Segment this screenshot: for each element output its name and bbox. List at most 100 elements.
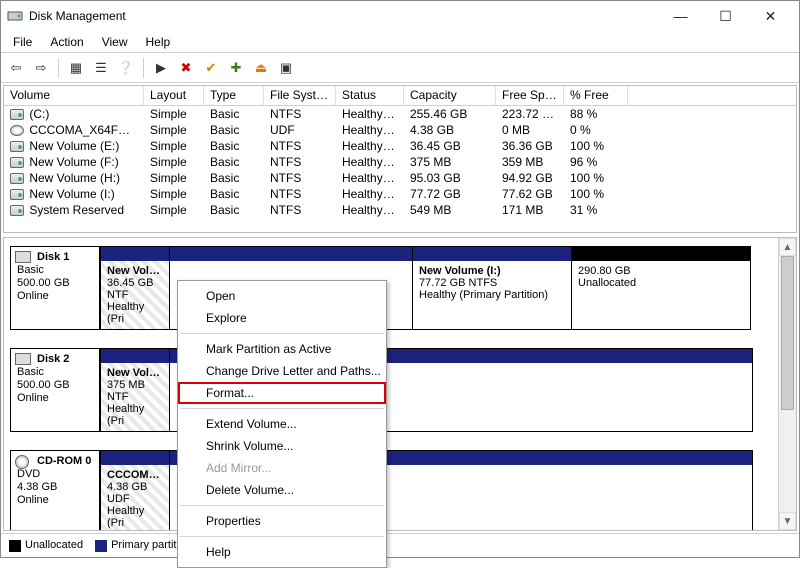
drive-icon — [10, 173, 24, 184]
volume-list[interactable]: Volume Layout Type File System Status Ca… — [3, 85, 797, 233]
scrollbar-vertical[interactable]: ▲ ▼ — [778, 238, 796, 530]
cell: 36.36 GB — [496, 138, 564, 154]
col-capacity[interactable]: Capacity — [404, 86, 496, 105]
cell: (C:) — [4, 106, 144, 122]
grid-icon[interactable]: ▣ — [275, 57, 297, 79]
volume-row[interactable]: (C:)SimpleBasicNTFSHealthy (B...255.46 G… — [4, 106, 796, 122]
menu-item-properties[interactable]: Properties — [178, 510, 386, 532]
minimize-button[interactable]: ― — [658, 1, 703, 31]
col-filesystem[interactable]: File System — [264, 86, 336, 105]
window-title: Disk Management — [29, 9, 658, 23]
drive-icon — [10, 189, 24, 200]
menu-item-open[interactable]: Open — [178, 285, 386, 307]
menu-item-explore[interactable]: Explore — [178, 307, 386, 329]
disk-state: Online — [17, 290, 93, 302]
drive-icon — [10, 109, 24, 120]
volume-row[interactable]: New Volume (H:)SimpleBasicNTFSHealthy (P… — [4, 170, 796, 186]
disk-label[interactable]: CD-ROM 0DVD4.38 GBOnline — [10, 450, 100, 530]
menu-help[interactable]: Help — [138, 33, 179, 51]
disk-row: Disk 1Basic500.00 GBOnlineNew Volume36.4… — [10, 246, 772, 330]
menu-separator — [180, 505, 384, 506]
cell: Simple — [144, 202, 204, 218]
cell: NTFS — [264, 186, 336, 202]
context-menu[interactable]: OpenExplore Mark Partition as ActiveChang… — [177, 280, 387, 568]
menu-item-change-drive-letter-and-paths[interactable]: Change Drive Letter and Paths... — [178, 360, 386, 382]
cell: 100 % — [564, 138, 628, 154]
partition-stripe — [170, 247, 412, 261]
col-pctfree[interactable]: % Free — [564, 86, 628, 105]
col-type[interactable]: Type — [204, 86, 264, 105]
col-layout[interactable]: Layout — [144, 86, 204, 105]
scroll-thumb[interactable] — [781, 256, 794, 410]
partition-stripe — [101, 349, 169, 363]
scroll-up-icon[interactable]: ▲ — [779, 238, 796, 256]
disk-name: CD-ROM 0 — [37, 455, 93, 467]
menu-item-shrink-volume[interactable]: Shrink Volume... — [178, 435, 386, 457]
help-icon[interactable]: ❔ — [115, 57, 137, 79]
menu-item-mark-partition-as-active[interactable]: Mark Partition as Active — [178, 338, 386, 360]
check-icon[interactable]: ✔ — [200, 57, 222, 79]
menu-view[interactable]: View — [94, 33, 136, 51]
volume-list-header[interactable]: Volume Layout Type File System Status Ca… — [4, 86, 796, 106]
disk-state: Online — [17, 392, 93, 404]
properties-icon[interactable]: ☰ — [90, 57, 112, 79]
cell: 77.62 GB — [496, 186, 564, 202]
cell: 359 MB — [496, 154, 564, 170]
disk-name: Disk 2 — [37, 353, 93, 365]
action-icon[interactable]: ▶ — [150, 57, 172, 79]
partition-stripe — [101, 451, 169, 465]
cell: 88 % — [564, 106, 628, 122]
refresh-icon[interactable]: ▦ — [65, 57, 87, 79]
close-button[interactable]: ✕ — [748, 1, 793, 31]
volume-row[interactable]: New Volume (F:)SimpleBasicNTFSHealthy (P… — [4, 154, 796, 170]
disk-label[interactable]: Disk 2Basic500.00 GBOnline — [10, 348, 100, 432]
cell: 77.72 GB — [404, 186, 496, 202]
new-icon[interactable]: ✚ — [225, 57, 247, 79]
scroll-down-icon[interactable]: ▼ — [779, 512, 796, 530]
cell: NTFS — [264, 202, 336, 218]
col-freespace[interactable]: Free Spa... — [496, 86, 564, 105]
partition[interactable]: CCCOMA_X4.38 GB UDFHealthy (Pri — [100, 450, 170, 530]
drive-icon — [10, 205, 24, 216]
partition-stripe — [413, 247, 571, 261]
col-volume[interactable]: Volume — [4, 86, 144, 105]
volume-row[interactable]: New Volume (E:)SimpleBasicNTFSHealthy (P… — [4, 138, 796, 154]
partition[interactable]: New Volume (I:)77.72 GB NTFSHealthy (Pri… — [412, 246, 572, 330]
disk-kind: Basic — [17, 264, 93, 276]
menu-item-delete-volume[interactable]: Delete Volume... — [178, 479, 386, 501]
unallocated-region[interactable]: 290.80 GBUnallocated — [571, 246, 751, 330]
back-icon[interactable]: ⇦ — [5, 57, 27, 79]
app-icon — [7, 8, 23, 24]
titlebar[interactable]: Disk Management ― ☐ ✕ — [1, 1, 799, 31]
menu-item-help[interactable]: Help — [178, 541, 386, 563]
partition-status: Healthy (Primary Partition) — [419, 289, 565, 301]
menu-item-format[interactable]: Format... — [178, 382, 386, 404]
menu-item-extend-volume[interactable]: Extend Volume... — [178, 413, 386, 435]
maximize-button[interactable]: ☐ — [703, 1, 748, 31]
volume-row[interactable]: System ReservedSimpleBasicNTFSHealthy (S… — [4, 202, 796, 218]
partition[interactable]: New Volume375 MB NTFHealthy (Pri — [100, 348, 170, 432]
col-status[interactable]: Status — [336, 86, 404, 105]
scroll-track[interactable] — [779, 256, 796, 512]
graphical-view[interactable]: Disk 1Basic500.00 GBOnlineNew Volume36.4… — [4, 238, 778, 530]
cell: 223.72 GB — [496, 106, 564, 122]
partition[interactable]: New Volume36.45 GB NTFHealthy (Pri — [100, 246, 170, 330]
cell: New Volume (H:) — [4, 170, 144, 186]
legend-swatch-unallocated — [9, 540, 21, 552]
menu-action[interactable]: Action — [42, 33, 91, 51]
partition-size: 77.72 GB NTFS — [419, 277, 565, 289]
menu-file[interactable]: File — [5, 33, 40, 51]
menu-separator — [180, 408, 384, 409]
cell: New Volume (F:) — [4, 154, 144, 170]
cell: CCCOMA_X64FRE... — [4, 122, 144, 138]
disk-kind: Basic — [17, 366, 93, 378]
disk-label[interactable]: Disk 1Basic500.00 GBOnline — [10, 246, 100, 330]
volume-row[interactable]: New Volume (I:)SimpleBasicNTFSHealthy (P… — [4, 186, 796, 202]
cell: Basic — [204, 122, 264, 138]
disc-icon — [10, 125, 24, 136]
cell: 549 MB — [404, 202, 496, 218]
delete-icon[interactable]: ✖ — [175, 57, 197, 79]
volume-row[interactable]: CCCOMA_X64FRE...SimpleBasicUDFHealthy (P… — [4, 122, 796, 138]
forward-icon[interactable]: ⇨ — [30, 57, 52, 79]
eject-icon[interactable]: ⏏ — [250, 57, 272, 79]
